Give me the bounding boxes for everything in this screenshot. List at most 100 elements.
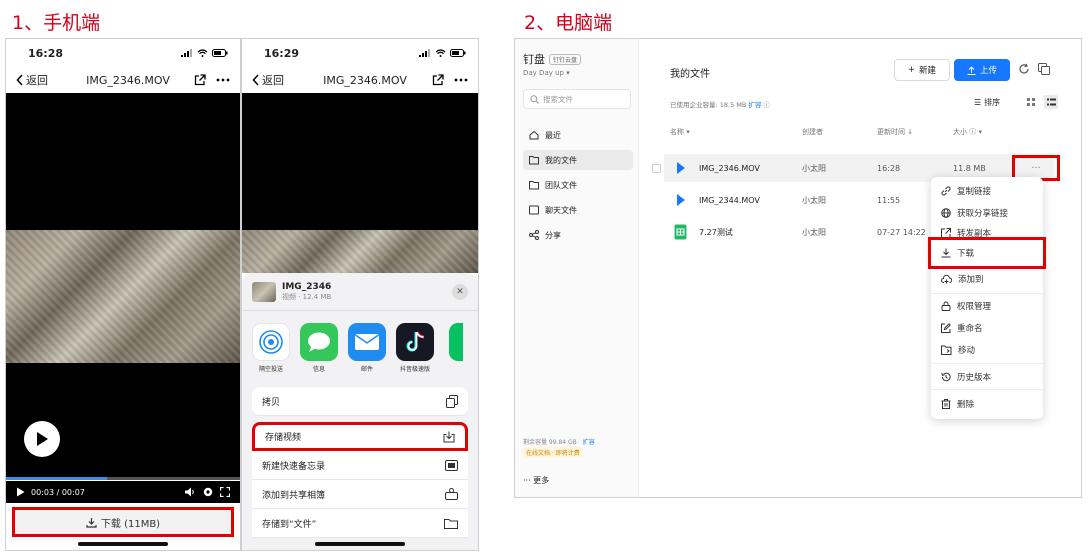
sort-icon: ☰ bbox=[974, 98, 982, 107]
new-button[interactable]: + 新建 bbox=[894, 59, 950, 81]
share-app-airdrop[interactable]: 隔空投送 bbox=[252, 323, 290, 373]
volume-icon[interactable] bbox=[184, 487, 196, 497]
battery-icon bbox=[450, 49, 466, 57]
sheet-file-meta: 视频 · 12.4 MB bbox=[282, 292, 332, 301]
sidebar-item-label: 团队文件 bbox=[545, 180, 577, 190]
context-menu: 复制链接 获取分享链接 转发副本 下载 添加到 权限管理 重命名 移动 历史版本… bbox=[928, 177, 1046, 419]
usage-expand-link[interactable]: 扩容 bbox=[748, 101, 761, 109]
sidebar-more[interactable]: ··· 更多 bbox=[523, 475, 549, 486]
sidebar-item-my-files[interactable]: 我的文件 bbox=[523, 150, 633, 170]
col-header-owner[interactable]: 创建者 bbox=[802, 127, 823, 137]
back-button[interactable]: 返回 bbox=[16, 72, 76, 88]
menu-item-label: 下载 bbox=[957, 249, 975, 259]
video-file-icon bbox=[677, 194, 685, 206]
share-sheet-header: IMG_2346 视频 · 12.4 MB ✕ bbox=[242, 273, 478, 311]
sort-button[interactable]: ☰ 排序 bbox=[974, 97, 1000, 108]
more-icon[interactable] bbox=[454, 78, 468, 82]
share-out-icon[interactable] bbox=[432, 74, 444, 86]
download-button[interactable]: 下载 (11MB) bbox=[12, 507, 234, 537]
edit-icon bbox=[941, 323, 951, 333]
share-app-partial[interactable] bbox=[444, 323, 468, 373]
col-header-label: 名称 bbox=[670, 128, 684, 136]
nav-bar: 返回 IMG_2346.MOV bbox=[6, 67, 240, 93]
settings-gear-icon[interactable] bbox=[202, 486, 214, 498]
share-icon bbox=[529, 230, 539, 240]
play-small-icon[interactable] bbox=[16, 487, 25, 497]
menu-item-history[interactable]: 历史版本 bbox=[931, 367, 1043, 387]
menu-item-add-to[interactable]: 添加到 bbox=[931, 269, 1043, 289]
menu-item-copy-link[interactable]: 复制链接 bbox=[931, 181, 1043, 201]
video-controls: 00:03 / 00:07 bbox=[6, 481, 240, 503]
sidebar-item-chat-files[interactable]: 聊天文件 bbox=[523, 200, 633, 220]
quota-text: 剩余容量 99.84 GB bbox=[523, 439, 577, 446]
chevron-left-icon bbox=[252, 74, 259, 86]
status-bar: 16:29 bbox=[242, 39, 478, 67]
share-apps-row: 隔空投送 信息 邮件 抖音极速版 bbox=[242, 311, 478, 377]
upload-icon bbox=[967, 65, 976, 75]
action-save-to-files[interactable]: 存储到“文件” bbox=[252, 509, 468, 538]
transfer-list-icon[interactable] bbox=[1038, 63, 1050, 75]
search-box[interactable]: 搜索文件 bbox=[523, 89, 631, 109]
move-folder-icon bbox=[941, 345, 952, 355]
play-icon bbox=[37, 432, 48, 446]
col-header-size[interactable]: 大小 ⓘ ▾ bbox=[953, 127, 982, 137]
brand-name: 钉盘 bbox=[523, 53, 545, 66]
pc-section-title: 2、电脑端 bbox=[524, 12, 613, 34]
list-view-icon[interactable] bbox=[1044, 95, 1058, 109]
sidebar-item-label: 我的文件 bbox=[545, 155, 577, 165]
upload-button[interactable]: 上传 bbox=[954, 59, 1010, 81]
page-title: IMG_2346.MOV bbox=[86, 73, 170, 87]
file-size: 11.8 MB bbox=[953, 163, 986, 173]
action-quick-note[interactable]: 新建快速备忘录 bbox=[252, 451, 468, 480]
menu-item-move[interactable]: 移动 bbox=[931, 340, 1043, 360]
row-checkbox[interactable] bbox=[652, 163, 661, 173]
menu-divider bbox=[931, 363, 1043, 364]
view-toggle bbox=[1024, 95, 1058, 109]
menu-item-rename[interactable]: 重命名 bbox=[931, 318, 1043, 338]
menu-item-label: 删除 bbox=[957, 400, 975, 410]
menu-item-download[interactable]: 下载 bbox=[928, 237, 1046, 269]
share-out-icon[interactable] bbox=[194, 74, 206, 86]
more-icon[interactable] bbox=[216, 78, 230, 82]
share-actions: 拷贝 存储视频 新建快速备忘录 添加到共享相簿 存储到“文件” bbox=[252, 387, 468, 538]
menu-item-permissions[interactable]: 权限管理 bbox=[931, 296, 1043, 316]
messages-icon bbox=[300, 323, 338, 361]
globe-icon bbox=[941, 208, 951, 218]
file-owner: 小太阳 bbox=[802, 195, 826, 205]
share-app-messages[interactable]: 信息 bbox=[300, 323, 338, 373]
workspace-switcher[interactable]: Day Day up ▾ bbox=[523, 69, 570, 77]
video-progress-fill bbox=[6, 477, 107, 480]
back-label: 返回 bbox=[26, 74, 48, 87]
sidebar-item-recent[interactable]: 最近 bbox=[523, 125, 633, 145]
play-button[interactable] bbox=[24, 421, 60, 457]
breadcrumb: 我的文件 bbox=[670, 69, 710, 80]
menu-item-share-link[interactable]: 获取分享链接 bbox=[931, 203, 1043, 223]
airdrop-icon bbox=[252, 323, 290, 361]
col-header-updated[interactable]: 更新时间 ↓ bbox=[877, 127, 913, 137]
menu-item-delete[interactable]: 删除 bbox=[931, 394, 1043, 414]
signal-icon bbox=[419, 49, 430, 57]
video-progress[interactable] bbox=[6, 477, 240, 480]
action-copy[interactable]: 拷贝 bbox=[252, 387, 468, 416]
menu-item-label: 添加到 bbox=[958, 275, 984, 285]
action-save-video[interactable]: 存储视频 bbox=[252, 422, 468, 451]
sidebar-item-label: 分享 bbox=[545, 230, 561, 240]
grid-view-icon[interactable] bbox=[1024, 95, 1038, 109]
back-button[interactable]: 返回 bbox=[252, 72, 312, 88]
download-label: 下载 (11MB) bbox=[100, 518, 161, 530]
col-header-label: 大小 bbox=[953, 128, 967, 136]
col-header-name[interactable]: 名称 ▾ bbox=[670, 127, 690, 137]
action-label: 拷贝 bbox=[262, 397, 281, 408]
lock-icon bbox=[941, 301, 951, 311]
sidebar-item-share[interactable]: 分享 bbox=[523, 225, 633, 245]
refresh-icon[interactable] bbox=[1018, 63, 1030, 75]
share-app-mail[interactable]: 邮件 bbox=[348, 323, 386, 373]
file-name: IMG_2344.MOV bbox=[699, 195, 760, 205]
fullscreen-icon[interactable] bbox=[220, 487, 230, 497]
action-shared-album[interactable]: 添加到共享相簿 bbox=[252, 480, 468, 509]
quota-expand-link[interactable]: 扩容 bbox=[583, 439, 595, 446]
close-button[interactable]: ✕ bbox=[452, 283, 468, 300]
share-app-douyin[interactable]: 抖音极速版 bbox=[396, 323, 434, 373]
storage-quota: 剩余容量 99.84 GB 扩容 bbox=[523, 437, 595, 446]
sidebar-item-team-files[interactable]: 团队文件 bbox=[523, 175, 633, 195]
